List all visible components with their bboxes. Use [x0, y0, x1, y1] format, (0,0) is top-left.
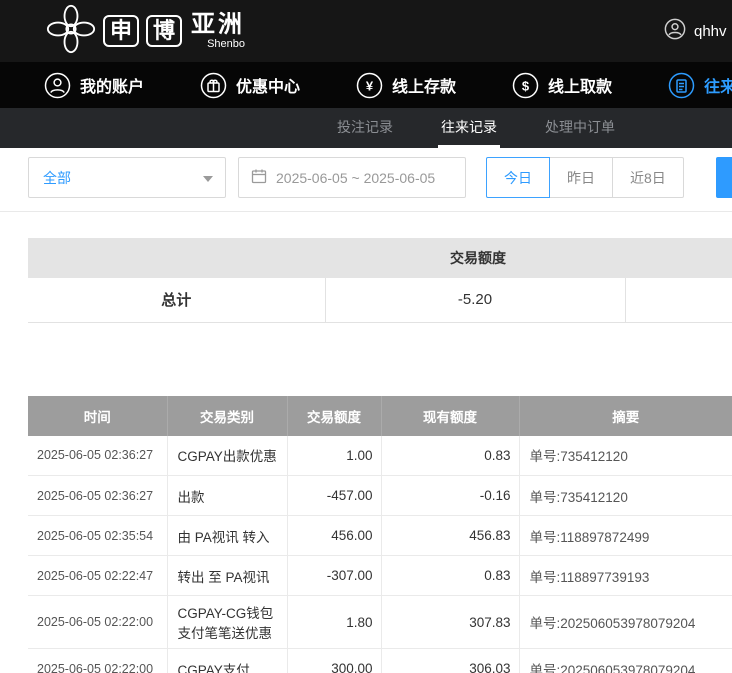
- type-select-value: 全部: [43, 168, 71, 188]
- account-icon: [44, 72, 71, 99]
- user-account[interactable]: qhhv: [664, 18, 727, 44]
- withdraw-icon: $: [512, 72, 539, 99]
- search-button[interactable]: [716, 157, 732, 198]
- column-header-summary: 摘要: [519, 396, 732, 436]
- nav-item-withdraw[interactable]: $ 线上取款: [512, 72, 612, 99]
- table-cell: 2025-06-05 02:36:27: [28, 436, 167, 476]
- table-cell: 2025-06-05 02:22:00: [28, 596, 167, 649]
- table-cell: 单号:202506053978079204: [519, 596, 732, 649]
- table-cell: 2025-06-05 02:36:27: [28, 476, 167, 516]
- records-icon: [668, 72, 695, 99]
- nav-label: 优惠中心: [236, 73, 300, 97]
- table-cell: 2025-06-05 02:22:47: [28, 556, 167, 596]
- username: qhhv: [694, 23, 727, 40]
- table-cell: 单号:118897872499: [519, 516, 732, 556]
- summary-total-value: -5.20: [325, 278, 625, 322]
- site-logo[interactable]: 申 博 亚洲 Shenbo: [46, 4, 245, 59]
- svg-text:$: $: [522, 78, 530, 93]
- column-header-type: 交易类别: [167, 396, 287, 436]
- table-row: 2025-06-05 02:36:27CGPAY出款优惠1.000.83单号:7…: [28, 436, 732, 476]
- table-cell: 1.80: [287, 596, 381, 649]
- flower-logo-icon: [46, 4, 96, 59]
- table-cell: CGPAY-CG钱包支付笔笔送优惠: [167, 596, 287, 649]
- date-range-value: 2025-06-05 ~ 2025-06-05: [276, 170, 435, 186]
- date-range-input[interactable]: 2025-06-05 ~ 2025-06-05: [238, 157, 466, 198]
- table-cell: 单号:735412120: [519, 476, 732, 516]
- table-cell: 300.00: [287, 649, 381, 673]
- table-cell: 307.83: [381, 596, 519, 649]
- logo-region: 亚洲: [191, 13, 245, 37]
- column-header-balance: 现有额度: [381, 396, 519, 436]
- summary-total-label: 总计: [28, 278, 325, 322]
- deposit-icon: ¥: [356, 72, 383, 99]
- svg-text:¥: ¥: [366, 78, 374, 93]
- chevron-down-icon: [203, 176, 213, 182]
- table-cell: CGPAY支付: [167, 649, 287, 673]
- table-cell: 456.00: [287, 516, 381, 556]
- table-row: 2025-06-05 02:36:27出款-457.00-0.16单号:7354…: [28, 476, 732, 516]
- table-cell: 2025-06-05 02:35:54: [28, 516, 167, 556]
- tab-processing-orders[interactable]: 处理中订单: [542, 108, 618, 148]
- table-cell: 单号:202506053978079204: [519, 649, 732, 673]
- summary-row: 总计 -5.20: [28, 278, 732, 322]
- table-cell: 单号:735412120: [519, 436, 732, 476]
- summary-section: 交易额度 总计 -5.20: [28, 238, 732, 323]
- top-header: 申 博 亚洲 Shenbo qhhv: [0, 0, 732, 62]
- calendar-icon: [251, 168, 267, 187]
- filter-bar: 全部 2025-06-05 ~ 2025-06-05 今日 昨日 近8日: [28, 157, 732, 198]
- nav-label: 往来记录: [704, 73, 732, 97]
- table-cell: -0.16: [381, 476, 519, 516]
- section-divider: [0, 211, 732, 212]
- table-row: 2025-06-05 02:22:00CGPAY支付300.00306.03单号…: [28, 649, 732, 673]
- table-cell: -307.00: [287, 556, 381, 596]
- table-row: 2025-06-05 02:22:00CGPAY-CG钱包支付笔笔送优惠1.80…: [28, 596, 732, 649]
- table-cell: 0.83: [381, 556, 519, 596]
- table-cell: 单号:118897739193: [519, 556, 732, 596]
- table-cell: -457.00: [287, 476, 381, 516]
- nav-label: 线上取款: [548, 73, 612, 97]
- table-cell: 2025-06-05 02:22:00: [28, 649, 167, 673]
- table-cell: 1.00: [287, 436, 381, 476]
- transactions-body: 2025-06-05 02:36:27CGPAY出款优惠1.000.83单号:7…: [28, 436, 732, 673]
- nav-item-promotions[interactable]: 优惠中心: [200, 72, 300, 99]
- nav-item-transactions[interactable]: 往来记录: [668, 72, 732, 99]
- column-header-time: 时间: [28, 396, 167, 436]
- yesterday-button[interactable]: 昨日: [549, 157, 613, 198]
- today-button[interactable]: 今日: [486, 157, 550, 198]
- transactions-section: 时间 交易类别 交易额度 现有额度 摘要 2025-06-05 02:36:27…: [28, 396, 732, 673]
- table-cell: 306.03: [381, 649, 519, 673]
- quick-range-buttons: 今日 昨日 近8日: [486, 157, 684, 198]
- type-select[interactable]: 全部: [28, 157, 226, 198]
- table-cell: 出款: [167, 476, 287, 516]
- logo-subtitle: Shenbo: [191, 38, 245, 50]
- table-row: 2025-06-05 02:35:54由 PA视讯 转入456.00456.83…: [28, 516, 732, 556]
- summary-table: 交易额度 总计 -5.20: [28, 238, 732, 323]
- table-cell: 0.83: [381, 436, 519, 476]
- table-row: 2025-06-05 02:22:47转出 至 PA视讯-307.000.83单…: [28, 556, 732, 596]
- table-header-row: 时间 交易类别 交易额度 现有额度 摘要: [28, 396, 732, 436]
- tab-transaction-records[interactable]: 往来记录: [438, 108, 500, 148]
- nav-item-deposit[interactable]: ¥ 线上存款: [356, 72, 456, 99]
- transactions-table: 时间 交易类别 交易额度 现有额度 摘要 2025-06-05 02:36:27…: [28, 396, 732, 673]
- record-tabs: 投注记录 往来记录 处理中订单: [0, 108, 732, 148]
- nav-item-my-account[interactable]: 我的账户: [44, 72, 144, 99]
- table-cell: 456.83: [381, 516, 519, 556]
- column-header-amount: 交易额度: [287, 396, 381, 436]
- logo-char-bo: 博: [146, 15, 182, 47]
- tab-betting-records[interactable]: 投注记录: [334, 108, 396, 148]
- summary-header: 交易额度: [28, 238, 732, 278]
- table-cell: CGPAY出款优惠: [167, 436, 287, 476]
- user-avatar-icon: [664, 18, 686, 44]
- nav-label: 我的账户: [80, 73, 144, 97]
- table-cell: 由 PA视讯 转入: [167, 516, 287, 556]
- last8days-button[interactable]: 近8日: [612, 157, 684, 198]
- summary-empty-cell: [625, 278, 732, 322]
- logo-wordmark: 亚洲 Shenbo: [191, 13, 245, 50]
- gift-icon: [200, 72, 227, 99]
- nav-label: 线上存款: [392, 73, 456, 97]
- logo-char-shen: 申: [103, 15, 139, 47]
- main-nav: 我的账户 优惠中心 ¥ 线上存款 $ 线上取款: [0, 62, 732, 108]
- table-cell: 转出 至 PA视讯: [167, 556, 287, 596]
